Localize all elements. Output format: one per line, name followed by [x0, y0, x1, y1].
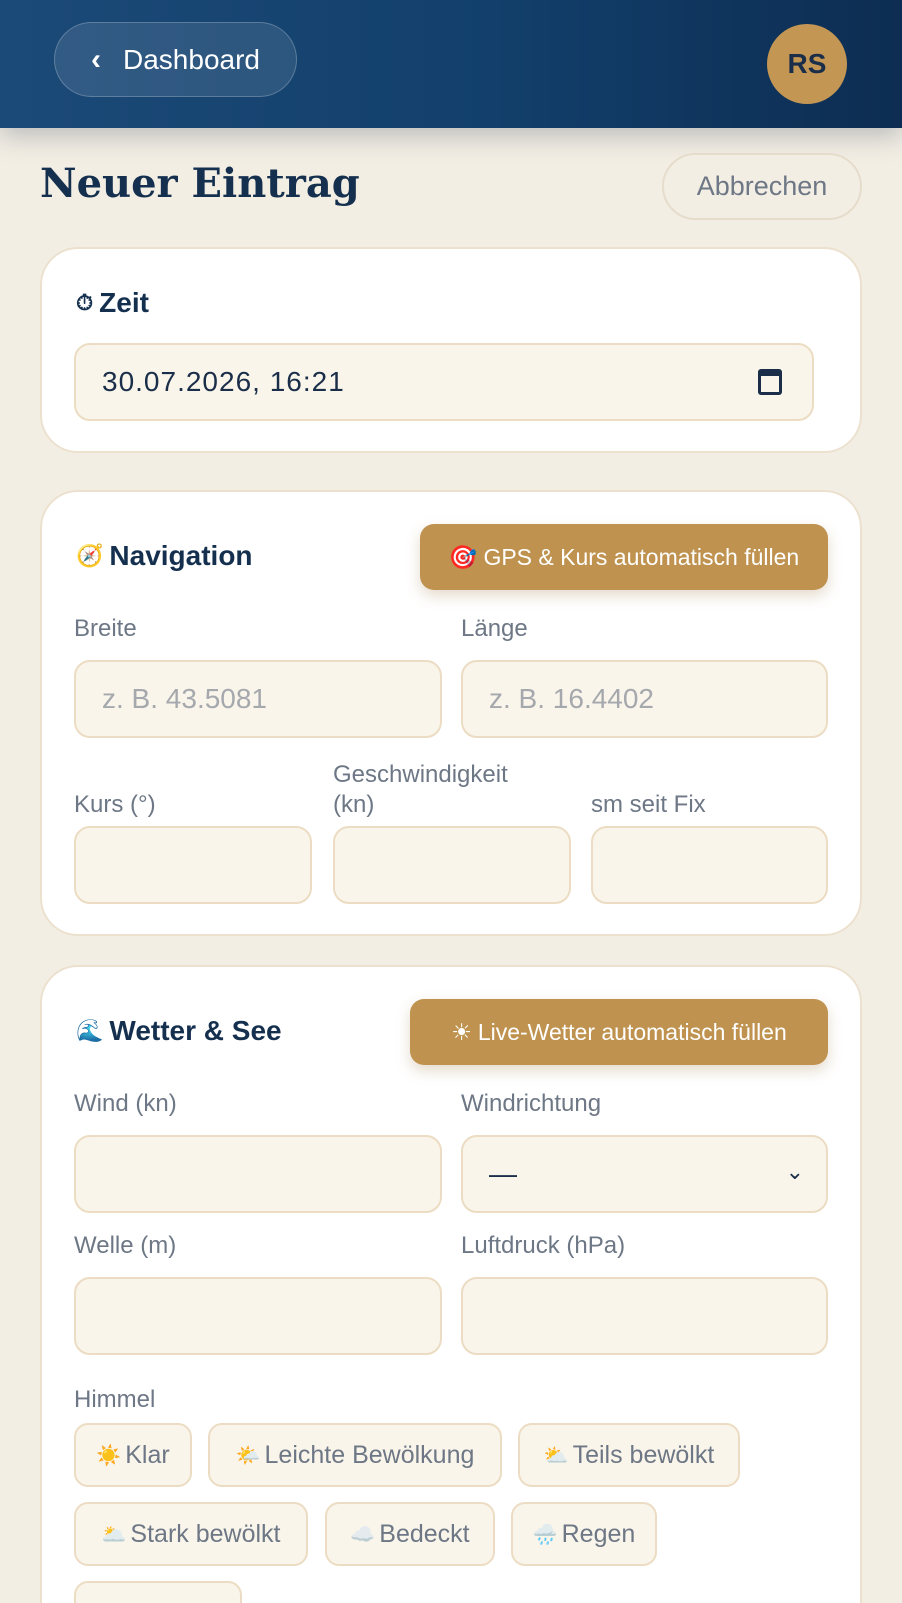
back-button-label: Dashboard	[123, 43, 260, 75]
zeit-title-text: Zeit	[99, 287, 149, 318]
pressure-label: Luftdruck (hPa)	[461, 1232, 626, 1259]
weather-title: 🌊 Wetter & See	[76, 1015, 282, 1047]
compass-icon: 🧭	[76, 543, 104, 568]
wind-label: Wind (kn)	[74, 1090, 177, 1117]
sun-icon: ☀	[451, 1018, 472, 1045]
gps-autofill-button[interactable]: 🎯 GPS & Kurs automatisch füllen	[420, 524, 828, 590]
weather-title-text: Wetter & See	[109, 1015, 282, 1046]
sun-icon: ☀️	[96, 1444, 122, 1467]
speed-label: Geschwindigkeit (kn)	[333, 761, 508, 818]
speed-input[interactable]	[333, 826, 571, 904]
longitude-placeholder: z. B. 16.4402	[489, 683, 655, 714]
weather-autofill-button[interactable]: ☀ Live-Wetter automatisch füllen	[410, 999, 828, 1065]
calendar-icon[interactable]	[758, 369, 782, 395]
avatar[interactable]: RS	[767, 24, 847, 104]
wind-input[interactable]	[74, 1135, 442, 1213]
sun-behind-cloud-icon: ⛅	[543, 1444, 569, 1467]
latitude-label: Breite	[74, 615, 137, 642]
navigation-card: 🧭 Navigation 🎯 GPS & Kurs automatisch fü…	[40, 490, 862, 936]
sky-option-klar[interactable]: ☀️ Klar	[74, 1423, 192, 1487]
sun-behind-small-cloud-icon: 🌤️	[235, 1444, 261, 1467]
wave-input[interactable]	[74, 1277, 442, 1355]
back-to-dashboard-button[interactable]: ‹ Dashboard	[54, 22, 297, 97]
wave-icon: 🌊	[76, 1018, 104, 1043]
distance-since-fix-input[interactable]	[591, 826, 828, 904]
cancel-button[interactable]: Abbrechen	[662, 153, 862, 220]
datetime-input[interactable]: 30.07.2026, 16:21	[74, 343, 814, 421]
course-label: Kurs (°)	[74, 791, 156, 818]
sky-option-label: Stark bewölkt	[130, 1519, 281, 1548]
sky-option-label: Teils bewölkt	[572, 1440, 715, 1469]
cloud-icon: ☁️	[350, 1523, 376, 1546]
weather-autofill-label: Live-Wetter automatisch füllen	[477, 1018, 787, 1045]
distance-since-fix-label: sm seit Fix	[591, 791, 706, 818]
wind-direction-value: —	[489, 1158, 517, 1189]
sun-behind-large-cloud-icon: 🌥️	[101, 1523, 127, 1546]
zeit-card: ⏱ Zeit 30.07.2026, 16:21	[40, 247, 862, 453]
course-input[interactable]	[74, 826, 312, 904]
stopwatch-icon: ⏱	[76, 290, 94, 315]
target-icon: 🎯	[448, 543, 478, 570]
pressure-input[interactable]	[461, 1277, 828, 1355]
longitude-label: Länge	[461, 615, 528, 642]
wave-label: Welle (m)	[74, 1232, 177, 1259]
chevron-down-icon: ⌄	[785, 1159, 804, 1184]
sky-option-leichte-bewoelkung[interactable]: 🌤️ Leichte Bewölkung	[208, 1423, 502, 1487]
gps-autofill-label: GPS & Kurs automatisch füllen	[483, 543, 800, 570]
datetime-value: 30.07.2026, 16:21	[102, 366, 345, 397]
sky-option-stark-bewoelkt[interactable]: 🌥️ Stark bewölkt	[74, 1502, 308, 1566]
sky-option-label: Leichte Bewölkung	[264, 1440, 475, 1469]
chevron-left-icon: ‹	[91, 42, 101, 76]
navigation-title-text: Navigation	[109, 540, 253, 571]
sky-option-more[interactable]	[74, 1581, 242, 1603]
sky-option-label: Klar	[125, 1440, 170, 1469]
page-title: Neuer Eintrag	[40, 160, 360, 207]
sky-option-label: Bedeckt	[379, 1519, 470, 1548]
longitude-input[interactable]: z. B. 16.4402	[461, 660, 828, 738]
wind-direction-select[interactable]: — ⌄	[461, 1135, 828, 1213]
zeit-title: ⏱ Zeit	[76, 287, 149, 319]
rain-cloud-icon: 🌧️	[532, 1523, 558, 1546]
wind-direction-label: Windrichtung	[461, 1090, 602, 1117]
weather-card: 🌊 Wetter & See ☀ Live-Wetter automatisch…	[40, 965, 862, 1603]
sky-option-label: Regen	[561, 1519, 636, 1548]
latitude-input[interactable]: z. B. 43.5081	[74, 660, 442, 738]
sky-option-teils-bewoelkt[interactable]: ⛅ Teils bewölkt	[518, 1423, 740, 1487]
latitude-placeholder: z. B. 43.5081	[102, 683, 268, 714]
sky-option-regen[interactable]: 🌧️ Regen	[511, 1502, 657, 1566]
top-bar: ‹ Dashboard RS	[0, 0, 902, 128]
sky-option-bedeckt[interactable]: ☁️ Bedeckt	[325, 1502, 495, 1566]
navigation-title: 🧭 Navigation	[76, 540, 253, 572]
sky-label: Himmel	[74, 1386, 156, 1413]
